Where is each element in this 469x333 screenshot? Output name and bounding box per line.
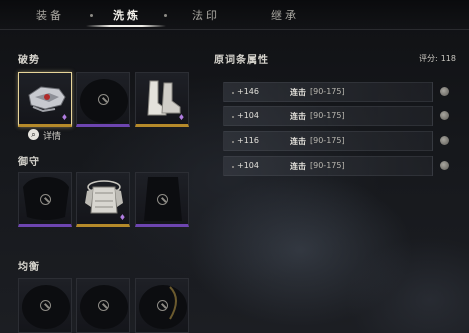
attribute-name: 连击 xyxy=(290,112,306,121)
attribute-range: [90-175] xyxy=(310,136,345,145)
equipment-slot-boots[interactable]: ♦ xyxy=(135,72,189,127)
ban-icon xyxy=(98,94,109,105)
attribute-value: +104 xyxy=(237,111,259,120)
attribute-row[interactable]: +104 连击 [90-175] xyxy=(223,106,433,126)
attribute-name: 连击 xyxy=(290,137,306,146)
attribute-row[interactable]: +104 连击 [90-175] xyxy=(223,156,433,176)
attribute-name: 连击 xyxy=(290,162,306,171)
equipment-slot-armor[interactable]: ♦ xyxy=(76,172,130,227)
attribute-range: [90-175] xyxy=(310,87,345,96)
row-bullet xyxy=(232,92,234,94)
equipment-slot-bracer[interactable]: ♦ xyxy=(18,72,72,127)
attribute-value: +104 xyxy=(237,161,259,170)
equipment-slot-empty[interactable] xyxy=(18,172,72,227)
attribute-value: +146 xyxy=(237,87,259,96)
flame-icon: ♦ xyxy=(60,113,68,122)
equipment-slot-empty[interactable] xyxy=(18,278,72,333)
ban-icon xyxy=(40,194,51,205)
detail-label: 详情 xyxy=(43,132,62,142)
tab-seal[interactable]: 法印 xyxy=(192,7,220,23)
flame-icon: ♦ xyxy=(118,213,126,222)
attribute-value: +116 xyxy=(237,136,259,145)
flame-icon: ♦ xyxy=(177,113,185,122)
ban-icon xyxy=(157,300,168,311)
row-bullet xyxy=(232,116,234,118)
equipment-slot-empty[interactable] xyxy=(76,278,130,333)
section-title-junheng: 均衡 xyxy=(18,262,40,273)
ban-icon xyxy=(98,300,109,311)
score-label: 评分: xyxy=(419,54,438,63)
top-tab-bar: 装备 洗炼 法印 继承 xyxy=(0,0,469,30)
lock-icon[interactable] xyxy=(440,136,449,145)
attribute-name: 连击 xyxy=(290,88,306,97)
attribute-row[interactable]: +146 连击 [90-175] xyxy=(223,82,433,102)
attribute-range: [90-175] xyxy=(310,161,345,170)
tab-equipment[interactable]: 装备 xyxy=(36,7,64,23)
tab-refine[interactable]: 洗炼 xyxy=(113,7,141,23)
score-display: 评分: 118 xyxy=(419,53,456,64)
active-tab-underline xyxy=(86,25,166,27)
tab-inherit[interactable]: 继承 xyxy=(271,7,299,23)
equipment-slot-empty[interactable] xyxy=(135,172,189,227)
lock-icon[interactable] xyxy=(440,161,449,170)
row-bullet xyxy=(232,166,234,168)
attribute-range: [90-175] xyxy=(310,111,345,120)
ban-icon xyxy=(157,194,168,205)
tab-separator-dot xyxy=(90,14,93,17)
section-title-yushou: 御守 xyxy=(18,157,40,168)
ban-icon xyxy=(40,300,51,311)
attribute-row[interactable]: +116 连击 [90-175] xyxy=(223,131,433,151)
panel-title: 原词条属性 xyxy=(214,55,269,66)
row-bullet xyxy=(232,141,234,143)
score-value: 118 xyxy=(440,54,456,63)
lock-icon[interactable] xyxy=(440,87,449,96)
lock-icon[interactable] xyxy=(440,111,449,120)
equipment-slot-empty[interactable] xyxy=(76,72,130,127)
tab-separator-dot xyxy=(164,14,167,17)
search-icon: ⌕ xyxy=(28,129,39,140)
section-title-pojing: 破势 xyxy=(18,55,40,66)
equipment-slot-empty[interactable] xyxy=(135,278,189,333)
